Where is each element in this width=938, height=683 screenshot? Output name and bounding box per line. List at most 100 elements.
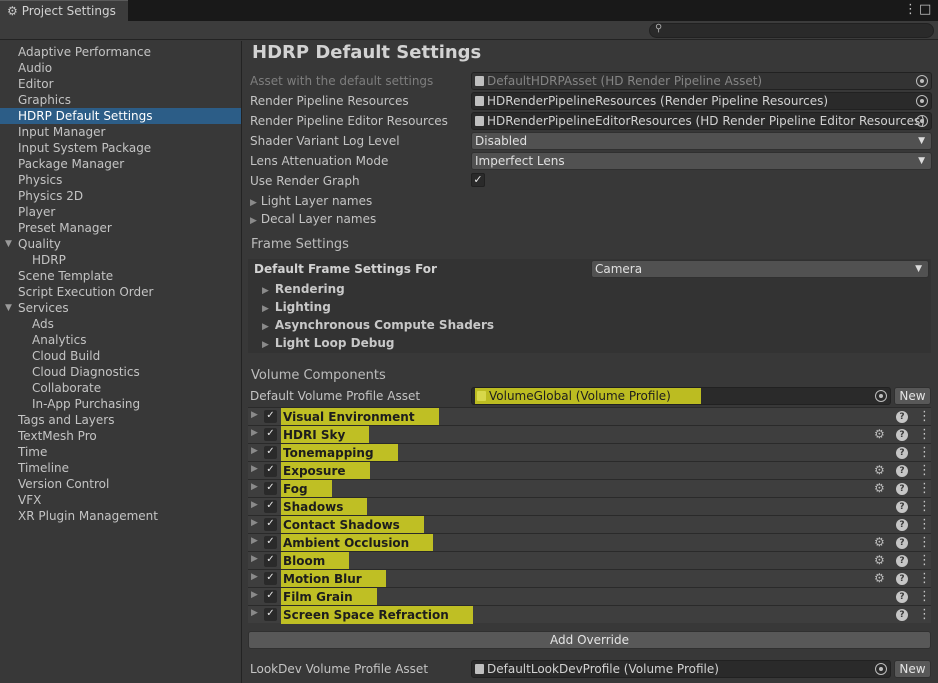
volume-component-row[interactable]: ▶ ✓ Screen Space Refraction? ⋮ [248,605,931,624]
lens-dropdown[interactable]: Imperfect Lens ▼ [471,152,932,170]
kebab-menu-icon[interactable]: ⋮ [918,534,931,552]
component-enabled-checkbox[interactable]: ✓ [264,500,277,513]
object-picker-icon[interactable] [916,115,928,127]
chevron-right-icon[interactable]: ▶ [251,518,258,528]
kebab-menu-icon[interactable]: ⋮ [918,480,931,498]
component-enabled-checkbox[interactable]: ✓ [264,554,277,567]
sidebar-item[interactable]: ▼ Quality [0,236,241,252]
sidebar-item[interactable]: Version Control [0,476,241,492]
window-menu-icon[interactable]: ⋮ [904,2,917,18]
sidebar-item[interactable]: Timeline [0,460,241,476]
new-lookdev-profile-button[interactable]: New [894,660,931,678]
maximize-icon[interactable]: □ [919,2,931,18]
chevron-right-icon[interactable]: ▶ [251,572,258,582]
component-enabled-checkbox[interactable]: ✓ [264,464,277,477]
chevron-right-icon[interactable]: ▶ [251,446,258,456]
help-icon[interactable]: ? [896,483,908,495]
sidebar-item[interactable]: Analytics [0,332,241,348]
help-icon[interactable]: ? [896,429,908,441]
sidebar-item[interactable]: Script Execution Order [0,284,241,300]
frame-settings-group[interactable]: ▶ Asynchronous Compute Shaders [262,316,494,334]
chevron-down-icon[interactable]: ▼ [5,300,12,316]
frame-settings-group[interactable]: ▶ Lighting [262,298,331,316]
component-enabled-checkbox[interactable]: ✓ [264,572,277,585]
sidebar-item[interactable]: Input System Package [0,140,241,156]
help-icon[interactable]: ? [896,411,908,423]
chevron-right-icon[interactable]: ▶ [251,464,258,474]
sidebar-item[interactable]: Tags and Layers [0,412,241,428]
kebab-menu-icon[interactable]: ⋮ [918,516,931,534]
chevron-right-icon[interactable]: ▶ [251,428,258,438]
sidebar-item[interactable]: Cloud Diagnostics [0,364,241,380]
volume-component-row[interactable]: ▶ ✓ Visual Environment? ⋮ [248,407,931,426]
sidebar-item[interactable]: Collaborate [0,380,241,396]
kebab-menu-icon[interactable]: ⋮ [918,498,931,516]
sidebar-item[interactable]: Input Manager [0,124,241,140]
window-tab[interactable]: ⚙ Project Settings [0,0,128,21]
volume-profile-field[interactable]: VolumeGlobal (Volume Profile) [471,387,891,405]
chevron-right-icon[interactable]: ▶ [251,554,258,564]
shader-log-dropdown[interactable]: Disabled ▼ [471,132,932,150]
help-icon[interactable]: ? [896,555,908,567]
object-picker-icon[interactable] [875,390,887,402]
sidebar-item[interactable]: XR Plugin Management [0,508,241,524]
help-icon[interactable]: ? [896,573,908,585]
component-enabled-checkbox[interactable]: ✓ [264,446,277,459]
sidebar-item[interactable]: Ads [0,316,241,332]
sidebar-item[interactable]: TextMesh Pro [0,428,241,444]
component-enabled-checkbox[interactable]: ✓ [264,518,277,531]
light-layer-names-foldout[interactable]: ▶ Light Layer names [250,192,372,210]
sidebar-item[interactable]: HDRP [0,252,241,268]
sidebar-item[interactable]: Player [0,204,241,220]
sidebar-item[interactable]: Cloud Build [0,348,241,364]
rp-editor-resources-field[interactable]: HDRenderPipelineEditorResources (HD Rend… [471,112,932,130]
chevron-right-icon[interactable]: ▶ [251,536,258,546]
kebab-menu-icon[interactable]: ⋮ [918,444,931,462]
help-icon[interactable]: ? [896,519,908,531]
advanced-settings-icon[interactable]: ⚙ [874,535,885,549]
help-icon[interactable]: ? [896,591,908,603]
volume-component-row[interactable]: ▶ ✓ Film Grain? ⋮ [248,587,931,606]
component-enabled-checkbox[interactable]: ✓ [264,590,277,603]
kebab-menu-icon[interactable]: ⋮ [918,426,931,444]
chevron-right-icon[interactable]: ▶ [251,590,258,600]
object-picker-icon[interactable] [916,95,928,107]
sidebar-item[interactable]: In-App Purchasing [0,396,241,412]
volume-component-row[interactable]: ▶ ✓ Shadows? ⋮ [248,497,931,516]
volume-component-row[interactable]: ▶ ✓ HDRI Sky ⚙? ⋮ [248,425,931,444]
kebab-menu-icon[interactable]: ⋮ [918,588,931,606]
kebab-menu-icon[interactable]: ⋮ [918,408,931,426]
sidebar-item[interactable]: Preset Manager [0,220,241,236]
help-icon[interactable]: ? [896,609,908,621]
object-picker-icon[interactable] [916,75,928,87]
sidebar-item[interactable]: ▼ Services [0,300,241,316]
chevron-right-icon[interactable]: ▶ [251,482,258,492]
chevron-right-icon[interactable]: ▶ [251,500,258,510]
volume-component-row[interactable]: ▶ ✓ Exposure ⚙? ⋮ [248,461,931,480]
component-enabled-checkbox[interactable]: ✓ [264,410,277,423]
sidebar-item[interactable]: Graphics [0,92,241,108]
sidebar-item[interactable]: Editor [0,76,241,92]
frame-settings-group[interactable]: ▶ Light Loop Debug [262,334,394,352]
volume-component-row[interactable]: ▶ ✓ Bloom ⚙? ⋮ [248,551,931,570]
volume-component-row[interactable]: ▶ ✓ Tonemapping? ⋮ [248,443,931,462]
chevron-right-icon[interactable]: ▶ [251,410,258,420]
help-icon[interactable]: ? [896,465,908,477]
sidebar-item[interactable]: Audio [0,60,241,76]
component-enabled-checkbox[interactable]: ✓ [264,608,277,621]
volume-component-row[interactable]: ▶ ✓ Motion Blur ⚙? ⋮ [248,569,931,588]
render-graph-checkbox[interactable]: ✓ [471,173,485,187]
component-enabled-checkbox[interactable]: ✓ [264,428,277,441]
advanced-settings-icon[interactable]: ⚙ [874,427,885,441]
component-enabled-checkbox[interactable]: ✓ [264,536,277,549]
object-picker-icon[interactable] [875,663,887,675]
sidebar-item[interactable]: HDRP Default Settings [0,108,241,124]
rp-resources-field[interactable]: HDRenderPipelineResources (Render Pipeli… [471,92,932,110]
kebab-menu-icon[interactable]: ⋮ [918,606,931,624]
add-override-button[interactable]: Add Override [248,631,931,649]
volume-component-row[interactable]: ▶ ✓ Ambient Occlusion ⚙? ⋮ [248,533,931,552]
asset-field[interactable]: DefaultHDRPAsset (HD Render Pipeline Ass… [471,72,932,90]
decal-layer-names-foldout[interactable]: ▶ Decal Layer names [250,210,376,228]
sidebar-item[interactable]: Physics 2D [0,188,241,204]
sidebar-item[interactable]: Physics [0,172,241,188]
